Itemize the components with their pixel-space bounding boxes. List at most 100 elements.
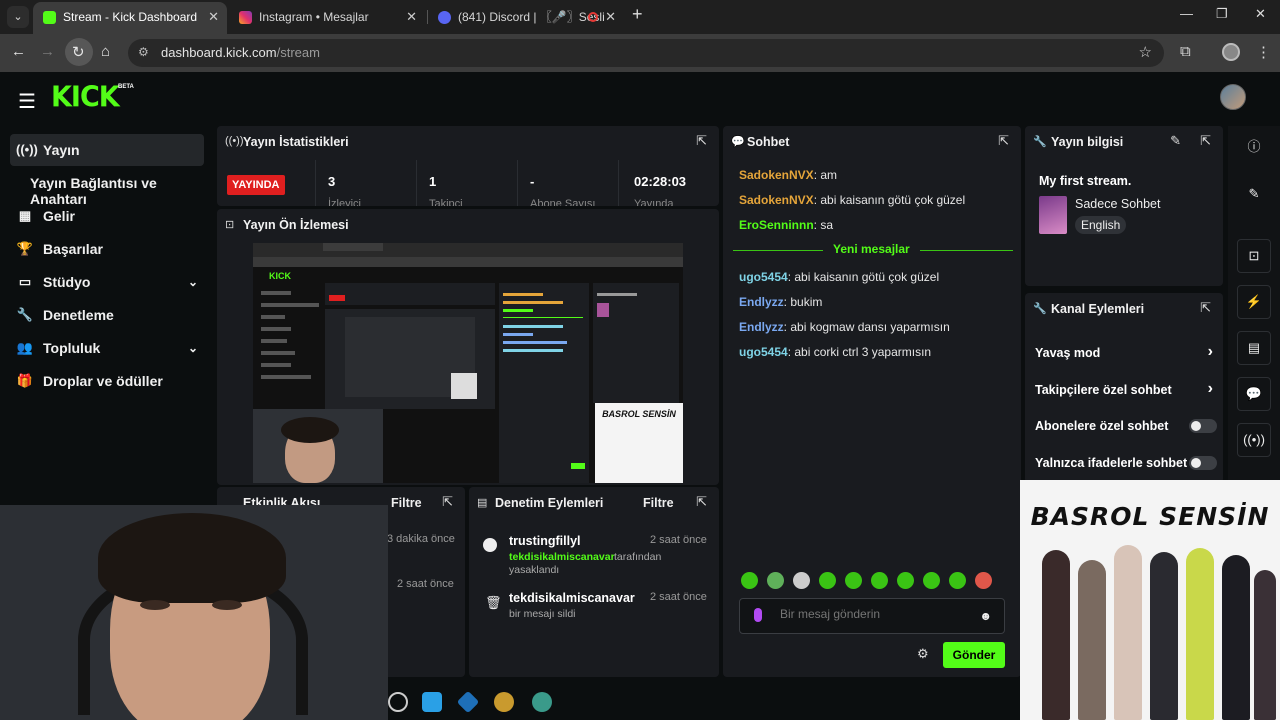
chat-username[interactable]: EroSenninnn — [739, 218, 814, 232]
close-tab-icon[interactable]: ✕ — [605, 2, 616, 32]
emote-icon[interactable] — [767, 572, 784, 589]
taskbar-app-icon[interactable] — [532, 692, 552, 712]
popout-icon[interactable]: ⇱ — [1200, 300, 1211, 316]
taskbar-league-icon[interactable] — [494, 692, 514, 712]
emote-icon[interactable] — [975, 572, 992, 589]
emote-icon[interactable] — [819, 572, 836, 589]
chat-text: abi kaisanın götü çok güzel — [820, 193, 966, 207]
sidebar-item-yayin[interactable]: ((•)) Yayın — [10, 134, 204, 166]
chat-settings-gear-icon[interactable]: ⚙ — [917, 646, 929, 662]
edit-pencil-icon[interactable]: ✎ — [1237, 178, 1271, 212]
moderation-filter-button[interactable]: Filtre — [643, 496, 674, 510]
new-tab-button[interactable]: + — [632, 4, 643, 25]
address-bar[interactable]: ⚙ dashboard.kick.com/stream ☆ — [128, 39, 1164, 67]
reload-icon[interactable]: ↻ — [72, 43, 85, 61]
chat-username[interactable]: ugo5454 — [739, 270, 788, 284]
activity-filter-button[interactable]: Filtre — [391, 496, 422, 510]
chat-username[interactable]: Endlyzz — [739, 320, 784, 334]
profile-avatar[interactable] — [1222, 43, 1240, 61]
stream-preview-video[interactable]: KICK BASROL SENSİN — [253, 243, 683, 483]
back-icon[interactable]: ← — [11, 43, 26, 60]
extensions-icon[interactable]: ⧉ — [1180, 43, 1191, 60]
mod-user[interactable]: tekdisikalmiscanavar — [509, 591, 635, 605]
chat-input-box[interactable]: ☻ — [739, 598, 1005, 634]
broadcast-icon[interactable]: ((•)) — [1237, 423, 1271, 457]
emote-icon[interactable] — [871, 572, 888, 589]
wrench-icon: 🔧 — [16, 307, 34, 322]
emote-icon[interactable] — [949, 572, 966, 589]
chat-username[interactable]: SadokenNVX — [739, 193, 814, 207]
close-tab-icon[interactable]: ✕ — [208, 2, 219, 32]
mod-user[interactable]: trustingfillyl — [509, 534, 581, 548]
chat-username[interactable]: ugo5454 — [739, 345, 788, 359]
document-icon[interactable]: ▤ — [1237, 331, 1271, 365]
sidebar-item-studyo[interactable]: ▭ Stüdyo ⌄ — [10, 266, 204, 298]
kick-header: ☰ KICK BETA — [0, 72, 1280, 126]
popout-icon[interactable]: ⇱ — [696, 133, 707, 149]
chevron-down-icon[interactable]: ⌄ — [188, 332, 198, 364]
url-text[interactable]: dashboard.kick.com/stream — [161, 45, 320, 60]
close-window-icon[interactable]: ✕ — [1255, 6, 1266, 22]
chat-message: Endlyzz: abi kogmaw dansı yaparmısın — [739, 320, 950, 334]
hamburger-menu-icon[interactable]: ☰ — [18, 89, 36, 114]
mod-desc: bir mesajı sildi — [509, 608, 576, 620]
emote-icon[interactable] — [923, 572, 940, 589]
studio-icon: ▭ — [18, 274, 32, 289]
emote-icon[interactable] — [897, 572, 914, 589]
emote-icon[interactable] — [845, 572, 862, 589]
sidebar-item-droplar[interactable]: 🎁 Droplar ve ödüller — [10, 365, 204, 397]
trash-icon: 🗑 — [485, 595, 502, 610]
sidebar-item-gelir[interactable]: ▦ Gelir — [10, 200, 204, 232]
slow-mode-row[interactable]: Yavaş mod › — [1035, 343, 1217, 360]
user-avatar[interactable] — [1220, 84, 1246, 110]
preview-toggle-icon[interactable]: ⊡ — [1237, 239, 1271, 273]
home-icon[interactable]: ⌂ — [101, 43, 110, 60]
emoji-picker-icon[interactable]: ☻ — [979, 609, 992, 623]
site-info-icon[interactable]: ⚙ — [138, 45, 149, 59]
tab-discord[interactable]: (841) Discord | 〖🎤〗Sesli ✕ — [428, 2, 624, 34]
taskbar-app-icon[interactable] — [422, 692, 442, 712]
chat-text: abi kogmaw dansı yaparmısın — [790, 320, 950, 334]
mod-time: 2 saat önce — [650, 591, 707, 603]
chat-bubble-icon[interactable]: 💬 — [1237, 377, 1271, 411]
panel-title: Yayın İstatistikleri — [243, 135, 349, 149]
emotes-only-toggle[interactable] — [1189, 456, 1217, 470]
popout-icon[interactable]: ⇱ — [696, 494, 707, 510]
taskbar-app-icon[interactable] — [456, 690, 480, 714]
chevron-down-icon[interactable]: ⌄ — [188, 266, 198, 298]
popout-icon[interactable]: ⇱ — [998, 133, 1009, 149]
minimize-icon[interactable]: — — [1180, 6, 1193, 21]
preview-browser-bar — [253, 243, 683, 257]
maximize-icon[interactable]: ❐ — [1216, 6, 1228, 22]
forward-icon[interactable]: → — [40, 43, 55, 60]
action-label: Takipçilere özel sohbet — [1035, 383, 1172, 397]
sidebar-item-basarilar[interactable]: 🏆 Başarılar — [10, 233, 204, 265]
stream-category[interactable]: Sadece Sohbet — [1075, 197, 1161, 211]
popout-icon[interactable]: ⇱ — [1200, 133, 1211, 149]
tab-kick-dashboard[interactable]: Stream - Kick Dashboard ✕ — [33, 2, 227, 34]
chat-username[interactable]: SadokenNVX — [739, 168, 814, 182]
chat-username[interactable]: Endlyzz — [739, 295, 784, 309]
send-button[interactable]: Gönder — [943, 642, 1005, 668]
sidebar-item-denetleme[interactable]: 🔧 Denetleme — [10, 299, 204, 331]
panel-title: Kanal Eylemleri — [1051, 302, 1145, 316]
kick-logo[interactable]: KICK — [51, 81, 120, 114]
bookmark-star-icon[interactable]: ☆ — [1139, 43, 1152, 61]
popout-icon[interactable]: ⇱ — [442, 494, 453, 510]
sidebar-item-topluluk[interactable]: 👥 Topluluk ⌄ — [10, 332, 204, 364]
emote-icon[interactable] — [793, 572, 810, 589]
new-messages-label: Yeni mesajlar — [823, 242, 920, 256]
edit-pencil-icon[interactable]: ✎ — [1170, 133, 1181, 149]
emote-icon[interactable] — [741, 572, 758, 589]
mic-icon[interactable] — [754, 608, 762, 622]
taskbar-clock-app-icon[interactable] — [388, 692, 408, 712]
lightning-icon[interactable]: ⚡ — [1237, 285, 1271, 319]
tab-search-button[interactable]: ⌄ — [7, 6, 29, 28]
info-icon[interactable]: ⓘ — [1237, 131, 1271, 165]
followers-only-row[interactable]: Takipçilere özel sohbet › — [1035, 380, 1217, 397]
subscribers-only-toggle[interactable] — [1189, 419, 1217, 433]
close-tab-icon[interactable]: ✕ — [406, 2, 417, 32]
browser-menu-icon[interactable]: ⋮ — [1256, 43, 1271, 61]
chat-message-input[interactable] — [780, 607, 970, 621]
tab-instagram[interactable]: Instagram • Mesajlar ✕ — [229, 2, 425, 34]
